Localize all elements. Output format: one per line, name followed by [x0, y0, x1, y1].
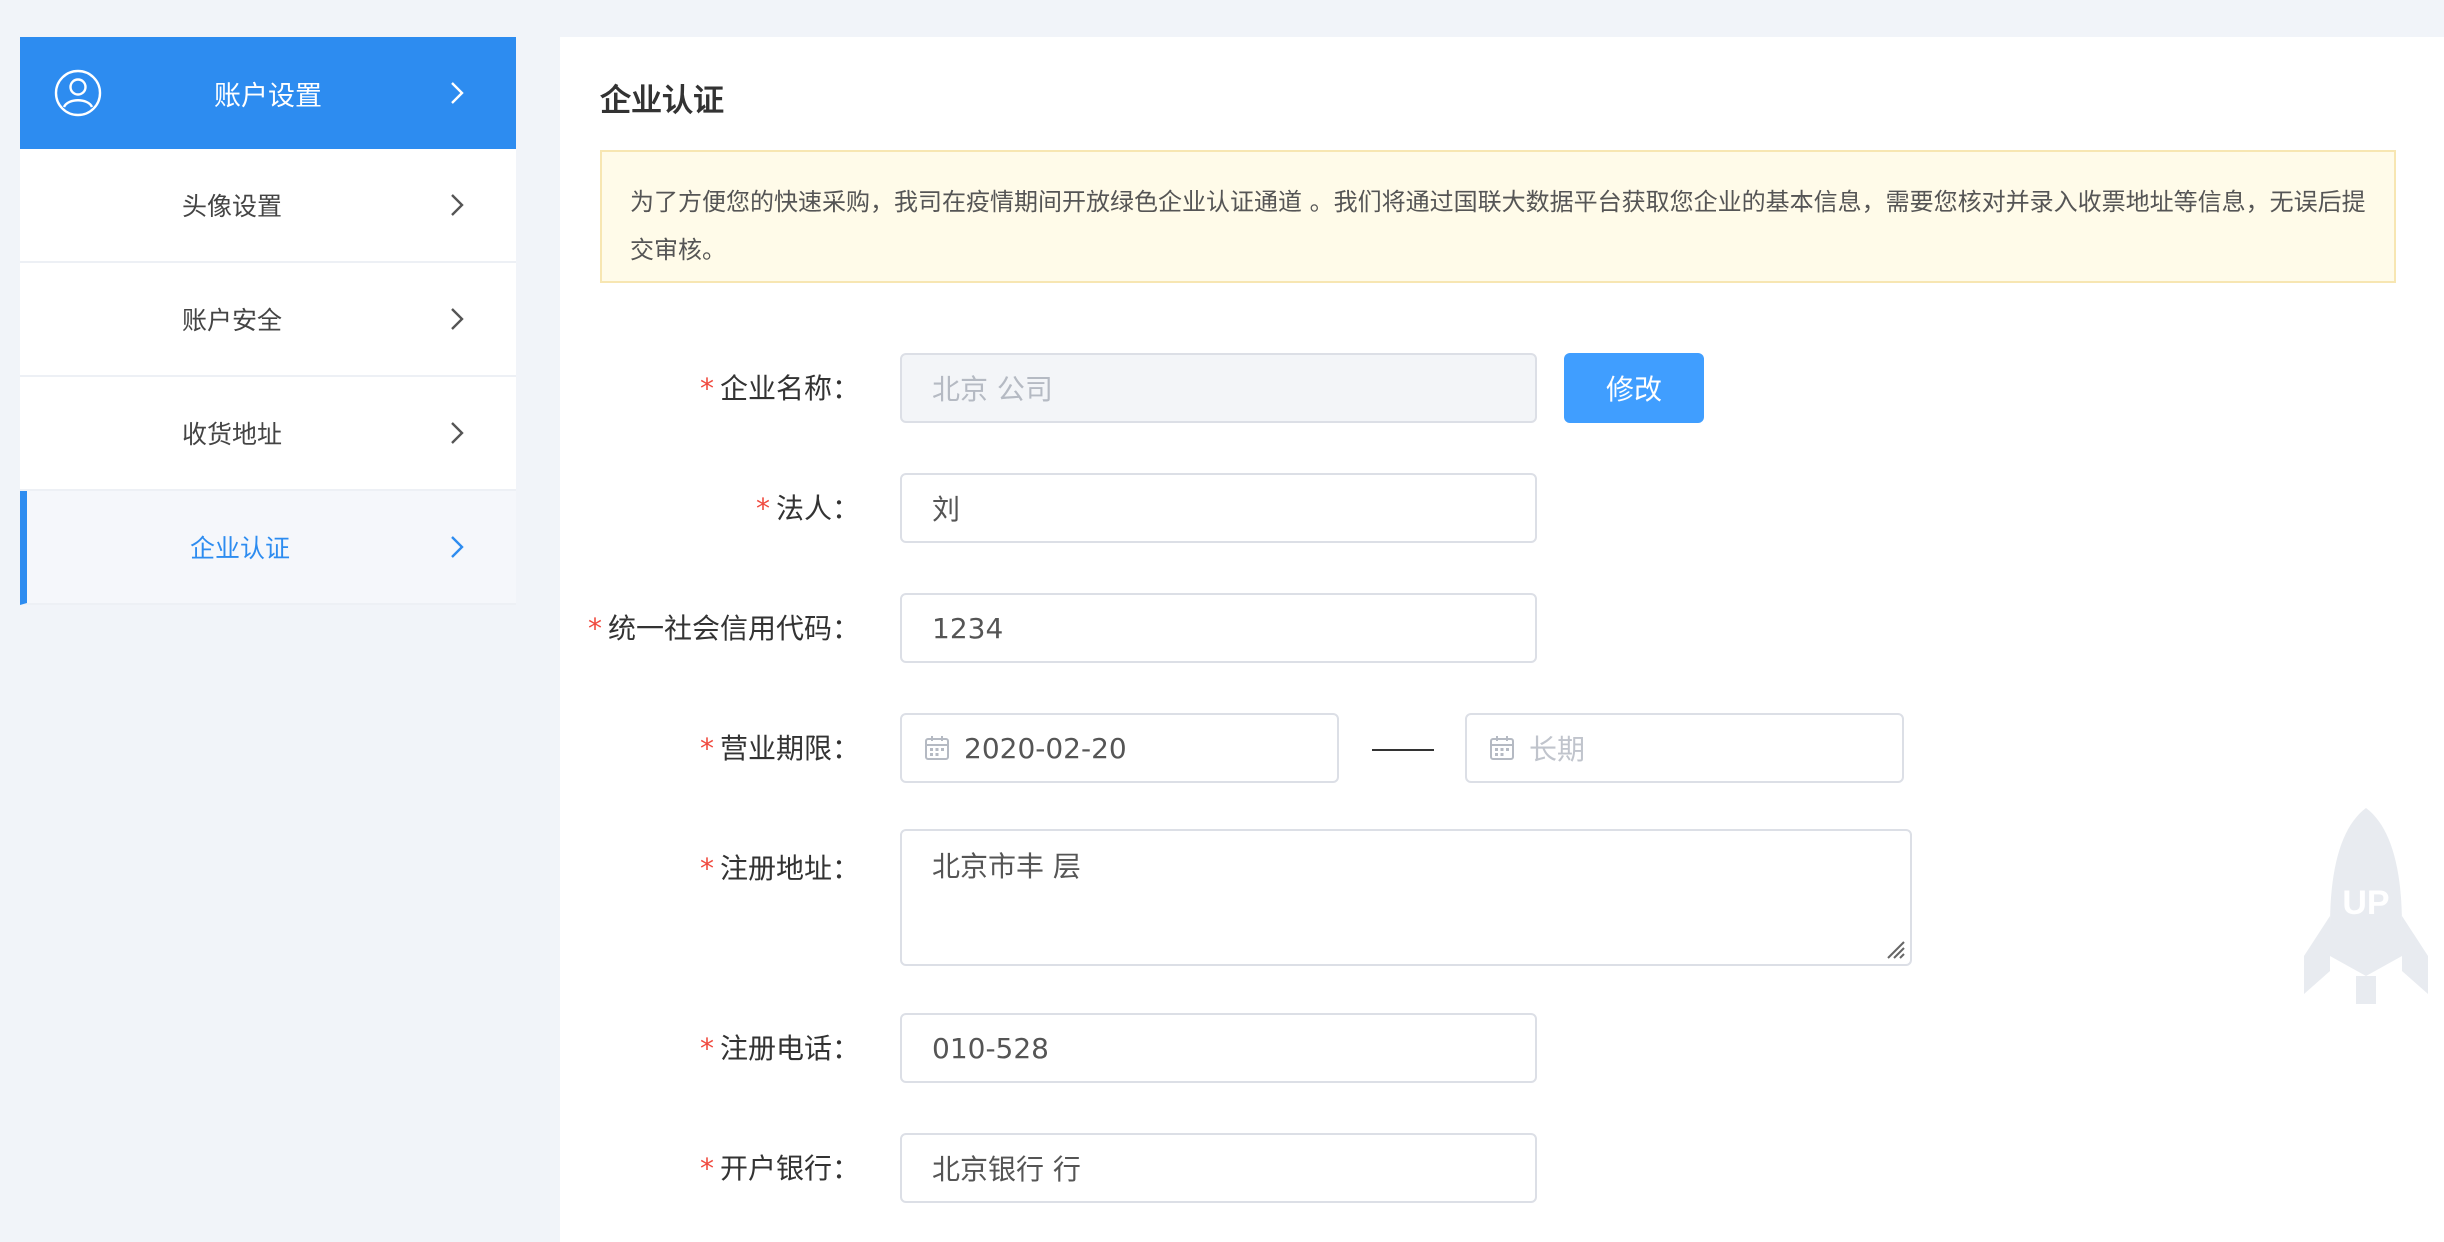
date-range-separator [1372, 749, 1434, 751]
reg-address-textarea[interactable]: 北京市丰 层 [900, 829, 1912, 966]
sidebar-item-label: 头像设置 [182, 192, 283, 221]
company-name-label: * 企业名称： [699, 372, 860, 405]
chevron-right-icon [451, 82, 464, 104]
required-mark: * [699, 372, 714, 405]
bank-label: * 开户银行： [699, 1152, 860, 1185]
back-to-top-rocket-icon[interactable]: UP [2302, 806, 2430, 1006]
company-name-input[interactable]: 北京 公司 [900, 353, 1537, 423]
main-panel: 企业认证 为了方便您的快速采购，我司在疫情期间开放绿色企业认证通道 。我们将通过… [560, 37, 2444, 1242]
sidebar-item-label: 账户安全 [182, 306, 283, 335]
back-to-top-label: UP [2342, 884, 2389, 922]
chevron-right-icon [451, 194, 464, 216]
page-title: 企业认证 [600, 83, 724, 119]
credit-code-input[interactable]: 1234 [900, 593, 1537, 663]
required-mark: * [699, 1152, 714, 1185]
required-mark: * [699, 1032, 714, 1065]
legal-person-label: * 法人： [755, 492, 860, 525]
reg-phone-input[interactable]: 010-528 [900, 1013, 1537, 1083]
edit-button[interactable]: 修改 [1564, 353, 1704, 423]
reg-phone-label: * 注册电话： [699, 1032, 860, 1065]
chevron-right-icon [451, 308, 464, 330]
business-term-start-input[interactable]: 2020-02-20 [900, 713, 1339, 783]
required-mark: * [587, 612, 602, 645]
chevron-right-icon [451, 422, 464, 444]
required-mark: * [699, 732, 714, 765]
bank-input[interactable]: 北京银行 行 [900, 1133, 1537, 1203]
business-term-label: * 营业期限： [699, 732, 860, 765]
calendar-icon [925, 736, 949, 760]
sidebar-item-avatar[interactable]: 头像设置 [20, 149, 516, 263]
resize-handle-icon[interactable] [1884, 938, 1906, 960]
sidebar-header-label: 账户设置 [214, 80, 322, 112]
sidebar-header-account-settings[interactable]: 账户设置 [20, 37, 516, 149]
calendar-icon [1490, 736, 1514, 760]
sidebar-item-enterprise-cert[interactable]: 企业认证 [20, 491, 516, 605]
required-mark: * [755, 492, 770, 525]
business-term-end-input[interactable]: 长期 [1465, 713, 1904, 783]
sidebar: 账户设置 头像设置 账户安全 收货地址 企业认证 [20, 37, 516, 605]
sidebar-item-account-security[interactable]: 账户安全 [20, 263, 516, 377]
sidebar-item-label: 企业认证 [190, 534, 291, 563]
sidebar-item-shipping-address[interactable]: 收货地址 [20, 377, 516, 491]
chevron-right-icon [451, 536, 464, 558]
reg-address-label: * 注册地址： [699, 852, 860, 885]
required-mark: * [699, 852, 714, 885]
user-icon [54, 69, 102, 117]
sidebar-item-label: 收货地址 [182, 420, 283, 449]
credit-code-label: * 统一社会信用代码： [587, 612, 860, 645]
notice-banner: 为了方便您的快速采购，我司在疫情期间开放绿色企业认证通道 。我们将通过国联大数据… [600, 150, 2396, 283]
legal-person-input[interactable]: 刘 [900, 473, 1537, 543]
